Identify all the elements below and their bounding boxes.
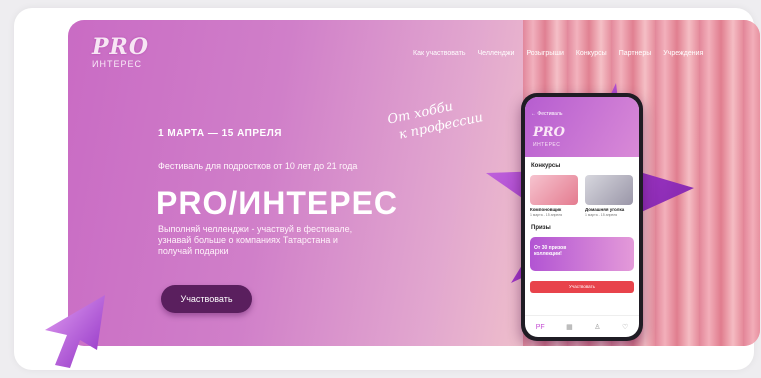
phone-logo: PRO ИНТЕРЕС <box>533 125 565 151</box>
contest-card-date: 1 марта - 15 апреля <box>585 213 618 217</box>
festival-dates: 1 МАРТА — 15 АПРЕЛЯ <box>158 128 282 139</box>
phone-screen: ← Фестиваль PRO ИНТЕРЕС Конкурсы Компоно… <box>525 97 639 337</box>
nav-contests[interactable]: Конкурсы <box>576 50 607 57</box>
nav-institutions[interactable]: Учреждения <box>663 50 703 57</box>
site-logo[interactable]: PRO ИНТЕРЕС <box>92 36 162 76</box>
festival-title: PRO/ИНТЕРЕС <box>156 185 399 221</box>
tab-grid-icon[interactable]: ▦ <box>566 323 573 331</box>
phone-tabbar: PF ▦ ♙ ♡ <box>525 315 639 337</box>
contest-card-title: Компоновщик <box>530 207 562 212</box>
nav-partners[interactable]: Партнеры <box>619 50 652 57</box>
contest-card-date: 1 марта - 15 апреля <box>530 213 563 217</box>
tab-favorites-icon[interactable]: ♡ <box>622 323 628 331</box>
nav-challenges[interactable]: Челленджи <box>478 50 515 57</box>
phone-logo-main: PRO <box>533 125 565 140</box>
tab-profile-icon[interactable]: ♙ <box>594 323 600 331</box>
prize-banner[interactable]: От 30 призов коллекции! <box>530 237 634 271</box>
phone-logo-sub: ИНТЕРЕС <box>533 142 561 148</box>
phone-participate-button[interactable]: Участвовать <box>530 281 634 293</box>
contest-card-title: Домашняя уголка <box>585 207 625 212</box>
phone-back-link[interactable]: ← Фестиваль <box>531 111 562 117</box>
phone-section-contests: Конкурсы <box>531 163 561 169</box>
phone-mockup: ← Фестиваль PRO ИНТЕРЕС Конкурсы Компоно… <box>521 93 643 341</box>
festival-description: Выполняй челленджи - участвуй в фестивал… <box>158 224 353 256</box>
phone-header: ← Фестиваль PRO ИНТЕРЕС <box>525 97 639 157</box>
logo-main: PRO <box>92 34 149 60</box>
phone-section-prizes: Призы <box>531 225 551 231</box>
contest-card-image[interactable] <box>585 175 633 205</box>
nav-draws[interactable]: Розыгрыши <box>526 50 563 57</box>
participate-button[interactable]: Участвовать <box>161 285 252 313</box>
logo-sub: ИНТЕРЕС <box>92 59 142 69</box>
nav-how-to-participate[interactable]: Как участвовать <box>413 50 466 57</box>
cursor-arrow-decoration-icon <box>45 295 105 368</box>
festival-subtitle: Фестиваль для подростков от 10 лет до 21… <box>158 161 358 171</box>
tab-home-icon[interactable]: PF <box>536 324 545 331</box>
main-nav: Как участвовать Челленджи Розыгрыши Конк… <box>413 50 703 57</box>
prize-text: От 30 призов коллекции! <box>534 245 567 257</box>
hero-banner: PRO ИНТЕРЕС Как участвовать Челленджи Ро… <box>68 20 760 346</box>
contest-card-image[interactable] <box>530 175 578 205</box>
